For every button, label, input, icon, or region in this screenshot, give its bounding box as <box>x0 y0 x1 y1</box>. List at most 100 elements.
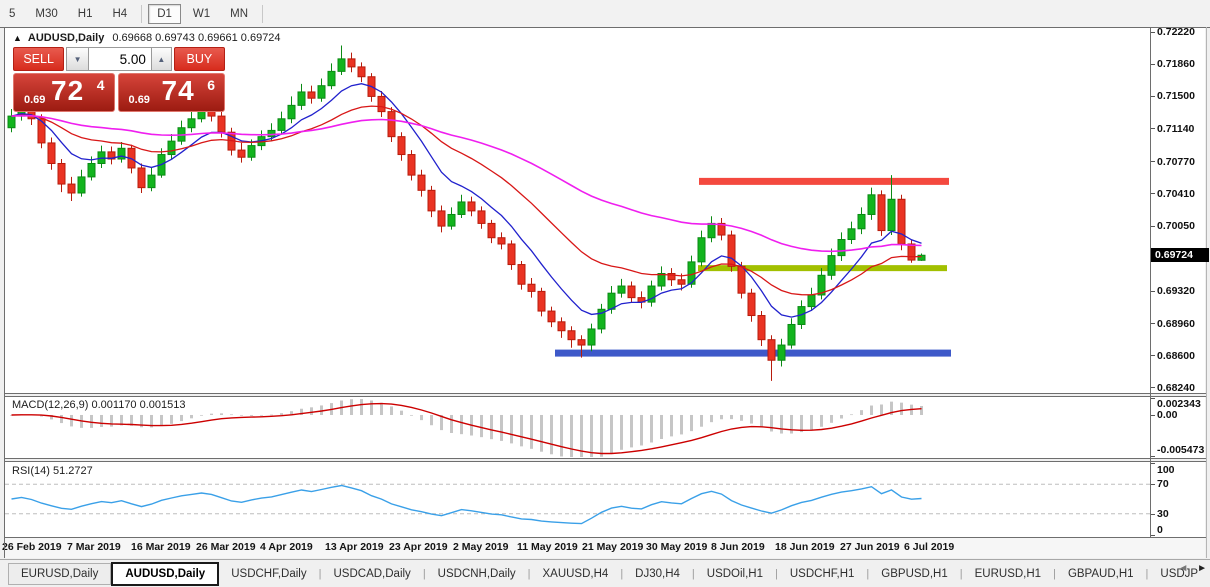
price-tick: 0.69320 <box>1157 285 1195 297</box>
date-label: 11 May 2019 <box>517 541 578 553</box>
rsi-tick-dash <box>1151 535 1155 536</box>
tab-gbpusd-h1[interactable]: GBPUSD,H1 <box>869 564 959 584</box>
volume-decrease-button[interactable]: ▼ <box>66 47 89 71</box>
date-label: 2 May 2019 <box>453 541 508 553</box>
tab-audusd-daily[interactable]: AUDUSD,Daily <box>111 562 219 586</box>
date-label: 18 Jun 2019 <box>775 541 835 553</box>
rsi-chart-canvas[interactable] <box>5 462 1150 536</box>
level-support[interactable] <box>555 350 951 357</box>
rsi-tick: 0 <box>1157 524 1163 536</box>
tab-scroll-arrows: ◄ ► <box>1172 563 1207 574</box>
price-tick-dash <box>1151 128 1155 129</box>
chart-symbol-label: AUDUSD,Daily <box>28 32 104 44</box>
tab-xauusd-h4[interactable]: XAUUSD,H4 <box>530 564 620 584</box>
price-tick: 0.71860 <box>1157 58 1195 70</box>
rsi-value: 51.2727 <box>53 465 93 477</box>
price-tick: 0.68600 <box>1157 350 1195 362</box>
tab-eurusd-daily[interactable]: EURUSD,Daily <box>8 563 111 585</box>
sell-button[interactable]: SELL <box>13 47 64 71</box>
buy-button[interactable]: BUY <box>174 47 225 71</box>
volume-increase-button[interactable]: ▲ <box>151 47 172 71</box>
chevron-down-icon: ▼ <box>74 55 82 64</box>
timeframe-5[interactable]: 5 <box>1 5 23 23</box>
tab-scroll-right-icon[interactable]: ► <box>1197 563 1207 574</box>
price-tick-dash <box>1151 291 1155 292</box>
buy-price-pip: 6 <box>207 77 215 93</box>
tab-gbpaud-h1[interactable]: GBPAUD,H1 <box>1056 564 1146 584</box>
macd-value-1: 0.001170 <box>91 399 136 411</box>
tab-scroll-left-icon[interactable]: ◄ <box>1178 563 1188 574</box>
price-tick: 0.71500 <box>1157 90 1195 102</box>
timeframe-toolbar: 5M30 H1H4 D1W1MN <box>0 0 1210 27</box>
date-label: 16 Mar 2019 <box>131 541 191 553</box>
buy-price-big: 74 <box>162 75 195 107</box>
price-tick-dash <box>1151 323 1155 324</box>
price-tick-dash <box>1151 226 1155 227</box>
timeframe-h1[interactable]: H1 <box>70 5 101 23</box>
chart-ohlc-header: ▲ AUDUSD,Daily 0.69668 0.69743 0.69661 0.6… <box>13 32 281 44</box>
price-tick-dash <box>1151 193 1155 194</box>
timeframe-d1[interactable]: D1 <box>148 4 181 24</box>
date-label: 27 Jun 2019 <box>840 541 900 553</box>
tab-dj30-h4[interactable]: DJ30,H4 <box>623 564 692 584</box>
price-tick-dash <box>1151 32 1155 33</box>
buy-price-box[interactable]: 0.69 74 6 <box>118 73 225 112</box>
tab-usdchf-daily[interactable]: USDCHF,Daily <box>219 564 318 584</box>
rsi-tick: 70 <box>1157 478 1169 490</box>
chevron-up-icon: ▲ <box>157 55 165 64</box>
volume-input[interactable]: 5.00 <box>89 47 151 71</box>
sell-price-big: 72 <box>51 75 84 107</box>
price-tick-dash <box>1151 387 1155 388</box>
price-tick-dash <box>1151 96 1155 97</box>
rsi-tick: 30 <box>1157 508 1169 520</box>
price-tick: 0.70410 <box>1157 188 1195 200</box>
price-tick: 0.70770 <box>1157 156 1195 168</box>
level-resistance[interactable] <box>699 178 949 185</box>
rsi-title: RSI(14) <box>12 465 50 477</box>
price-tick-dash <box>1151 161 1155 162</box>
chart-ohlc-values: 0.69668 0.69743 0.69661 0.69724 <box>112 32 280 44</box>
macd-tick-dash <box>1151 456 1155 457</box>
price-tick: 0.71140 <box>1157 123 1194 135</box>
price-tick-dash <box>1151 355 1155 356</box>
date-label: 26 Mar 2019 <box>196 541 256 553</box>
tab-eurusd-h1[interactable]: EURUSD,H1 <box>963 564 1053 584</box>
timeframe-mn[interactable]: MN <box>222 5 256 23</box>
price-tick: 0.70050 <box>1157 220 1195 232</box>
date-label: 21 May 2019 <box>582 541 643 553</box>
tab-usdoil-h1[interactable]: USDOil,H1 <box>695 564 775 584</box>
price-tick-dash <box>1151 64 1155 65</box>
date-label: 30 May 2019 <box>646 541 707 553</box>
rsi-label: RSI(14) 51.2727 <box>12 465 93 477</box>
macd-label: MACD(12,26,9) 0.001170 0.001513 <box>12 399 186 411</box>
rsi-tick-dash <box>1151 484 1155 485</box>
tab-usdchf-h1[interactable]: USDCHF,H1 <box>778 564 867 584</box>
rsi-tick: 100 <box>1157 464 1175 476</box>
rsi-tick-dash <box>1151 514 1155 515</box>
moving-average-8 <box>12 84 922 317</box>
tab-usdcnh-daily[interactable]: USDCNH,Daily <box>426 564 528 584</box>
timeframe-h4[interactable]: H4 <box>104 5 135 23</box>
date-label: 13 Apr 2019 <box>325 541 384 553</box>
sell-price-box[interactable]: 0.69 72 4 <box>13 73 115 112</box>
collapse-chart-icon[interactable]: ▲ <box>13 33 22 43</box>
toolbar-separator <box>141 5 142 23</box>
macd-value-2: 0.001513 <box>140 399 186 411</box>
macd-tick: -0.005473 <box>1157 444 1204 456</box>
timeframe-m30[interactable]: M30 <box>27 5 65 23</box>
toolbar-separator <box>262 5 263 23</box>
macd-tick-dash <box>1151 398 1155 399</box>
date-label: 8 Jun 2019 <box>711 541 765 553</box>
rsi-tick-dash <box>1151 463 1155 464</box>
sell-price-pip: 4 <box>97 77 105 93</box>
symbol-tab-bar: EURUSD,DailyAUDUSD,DailyUSDCHF,Daily|USD… <box>0 559 1210 587</box>
macd-title: MACD(12,26,9) <box>12 399 88 411</box>
macd-tick-dash <box>1151 415 1155 416</box>
timeframe-w1[interactable]: W1 <box>185 5 218 23</box>
macd-tick: 0.00 <box>1157 409 1177 421</box>
date-label: 23 Apr 2019 <box>389 541 448 553</box>
date-label: 4 Apr 2019 <box>260 541 313 553</box>
buy-price-prefix: 0.69 <box>129 94 150 106</box>
date-label: 7 Mar 2019 <box>67 541 121 553</box>
tab-usdcad-daily[interactable]: USDCAD,Daily <box>321 564 422 584</box>
